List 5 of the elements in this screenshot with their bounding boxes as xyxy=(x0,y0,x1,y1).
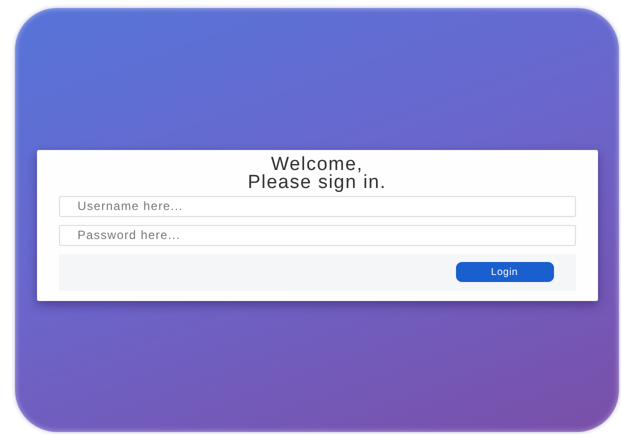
heading-text: Please sign in. xyxy=(246,174,388,192)
input-field[interactable]: Password here... xyxy=(58,224,576,246)
heading-text: Welcome, xyxy=(270,156,364,174)
login-button[interactable]: Login xyxy=(456,262,554,282)
input-field[interactable]: Username here... xyxy=(58,196,576,216)
